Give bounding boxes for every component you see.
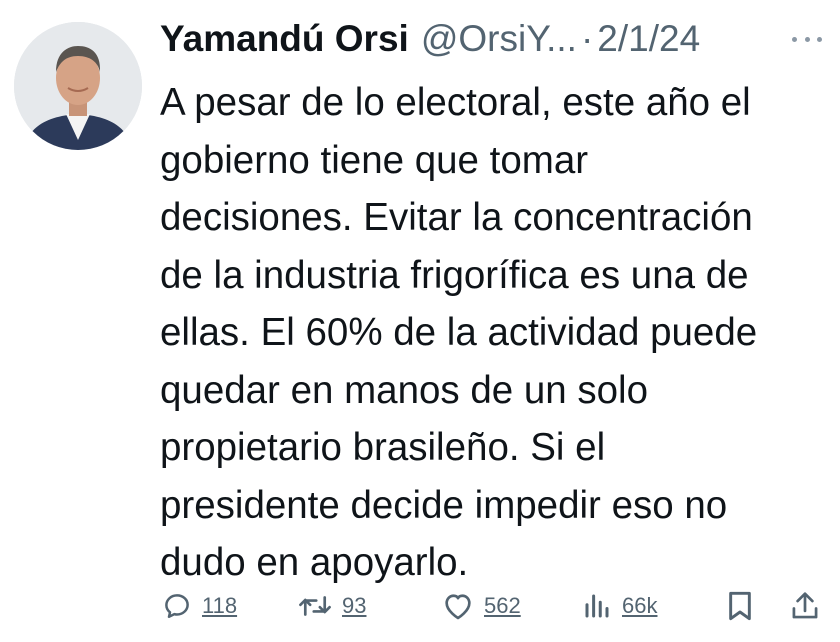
share-icon [792,592,818,619]
tweet-text: A pesar de lo electoral, este año el gob… [160,74,830,592]
tweet-header: Yamandú Orsi @OrsiY... · 2/1/24 [160,18,822,68]
author-handle[interactable]: @OrsiY... [421,18,577,60]
view-count[interactable]: 66k [622,593,657,619]
heart-icon [445,594,471,620]
reply-icon [165,594,189,618]
tweet-text-line: propietario brasileño. Si el [160,426,606,469]
reply-count[interactable]: 118 [202,593,237,619]
more-horizontal-icon[interactable] [792,32,822,46]
tweet-text-line: gobierno tiene que tomar [160,138,589,182]
tweet-text-line: quedar en manos de un solo [160,368,649,412]
tweet-text-line: presidente decide impedir eso no [160,483,728,527]
tweet-text-line: dudo en apoyarlo. [160,541,469,584]
bookmark-button[interactable] [726,586,754,626]
like-button[interactable]: 562 [442,586,521,626]
tweet-actions: 118 93 562 66k [160,586,830,626]
like-count[interactable]: 562 [484,593,521,619]
tweet-text-line: decisiones. Evitar la concentración [160,196,753,239]
repost-icon [299,596,331,616]
author-name[interactable]: Yamandú Orsi [160,18,409,60]
bookmark-icon [729,591,751,621]
avatar-photo [14,22,142,150]
repost-count[interactable]: 93 [342,593,366,619]
tweet-text-line: de la industria frigorífica es una de [160,253,749,297]
reply-button[interactable]: 118 [162,586,237,626]
views-chart-icon [585,594,609,618]
separator-dot: · [580,18,594,59]
views-button[interactable]: 66k [582,586,657,626]
tweet-date[interactable]: 2/1/24 [597,18,700,60]
share-button[interactable] [790,586,820,626]
tweet-text-line: ellas. El 60% de la actividad puede [160,311,758,354]
repost-button[interactable]: 93 [298,586,366,626]
author-avatar[interactable] [14,22,142,150]
tweet-text-line: A pesar de lo electoral, este año el [160,81,751,124]
